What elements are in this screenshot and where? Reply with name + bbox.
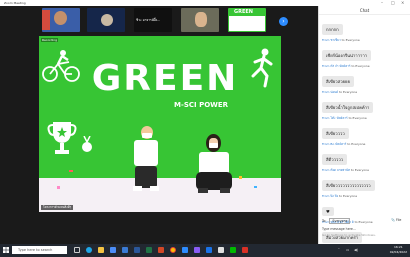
chat-message-text: ♥ — [322, 207, 334, 216]
next-page-arrow[interactable]: › — [279, 17, 288, 26]
chat-recipient: to Everyone — [351, 64, 370, 68]
participant-person — [131, 126, 161, 198]
app-icon[interactable] — [218, 247, 224, 253]
chat-message-text: สีเขียวสวยยย — [322, 76, 354, 87]
chat-recipient: to Everyone — [341, 38, 360, 42]
app-icon[interactable] — [206, 247, 212, 253]
chat-recipient: to Everyone — [339, 194, 358, 198]
medal-icon — [82, 136, 92, 152]
taskbar-search-input[interactable]: Type here to search — [12, 246, 67, 254]
chat-header: Chat — [319, 6, 410, 15]
chat-message: From ปิง ปิง to Everyone ♥ — [322, 194, 408, 217]
edge-icon[interactable] — [86, 247, 92, 253]
file-label: File — [395, 218, 402, 222]
chat-messages: กกกกก From ชาเขียว to Everyone เชียร์น้อ… — [322, 16, 408, 246]
chat-message: กกกกก — [322, 16, 408, 35]
recording-indicator: Recording — [41, 38, 59, 42]
chat-message-text: สีดีววววว — [322, 154, 348, 165]
participant-thumb[interactable] — [87, 8, 125, 32]
to-label: To: — [322, 219, 327, 223]
clock-date: 02/04/2022 — [389, 250, 407, 254]
chat-message: From ปอนด์ to Everyone สีเขียวน้ำใจถูกสเ… — [322, 90, 408, 113]
chat-message: From ชาเขียว to Everyone เชียร์น้องกรีนน… — [322, 38, 408, 61]
zoom-icon[interactable] — [182, 247, 188, 253]
chat-recipient: to Everyone — [348, 116, 367, 120]
excel-icon[interactable] — [146, 247, 152, 253]
chat-sender: From โต๊ะ นัทธ์ตาร์ — [322, 116, 348, 120]
chat-message-text: สีเขียววววววววววววววว — [322, 180, 375, 191]
speaker-name-label: โครงการตัวแทนสิ่งดีๆ — [41, 205, 74, 210]
chat-sender: From กัส จำ นัทธ์ตาร์ — [322, 64, 351, 68]
confetti — [69, 170, 73, 172]
stage-title: GREEN — [91, 58, 239, 99]
chat-input[interactable]: Type message here... — [322, 227, 408, 231]
chat-message-text: สีเขียวน้ำใจถูกสเปคค้าา — [322, 102, 374, 113]
windows-start-icon[interactable] — [3, 247, 9, 253]
meeting-area: ชีวะ อาจารย์ผึ้ง... GREEN › Recording GR… — [0, 6, 318, 244]
taskbar: Type here to search ˄ ▭ ◀) 16:21 02/04/2… — [0, 244, 410, 257]
participant-thumb[interactable]: GREEN — [228, 8, 266, 32]
chat-message: From กัส จำ นัทธ์ตาร์ to Everyone สีเขีย… — [322, 64, 408, 87]
app-icon[interactable] — [242, 247, 248, 253]
volume-icon[interactable]: ◀) — [354, 248, 358, 252]
chat-sender: From ก๊อด บายพานัท — [322, 168, 350, 172]
chrome-icon[interactable] — [170, 247, 176, 253]
chat-recipient: to Everyone — [350, 168, 369, 172]
chat-message: From โต๊ะ นัทธ์ตาร์ to Everyone สีเขียวว… — [322, 116, 408, 139]
stage-subtitle: M-SCI POWER — [174, 101, 229, 109]
trophy-icon — [47, 122, 77, 154]
word-icon[interactable] — [134, 247, 140, 253]
runner-icon — [251, 48, 273, 88]
participant-thumb[interactable]: ชีวะ อาจารย์ผึ้ง... — [134, 8, 172, 32]
confetti — [239, 176, 242, 179]
cyclist-icon — [42, 50, 80, 82]
participant-thumb[interactable] — [181, 8, 219, 32]
participant-strip: ชีวะ อาจารย์ผึ้ง... GREEN › — [40, 8, 292, 32]
mail-icon[interactable] — [122, 247, 128, 253]
line-icon[interactable] — [230, 247, 236, 253]
chat-recipient: to Everyone — [339, 90, 358, 94]
participant-thumb[interactable] — [42, 8, 80, 32]
chat-message-text: สีเขียวววว — [322, 128, 349, 139]
confetti — [57, 186, 60, 189]
task-view-icon[interactable] — [74, 247, 80, 253]
participant-person — [194, 134, 234, 200]
confetti — [254, 186, 257, 188]
chat-panel: Chat กกกกก From ชาเขียว to Everyone เชีย… — [318, 6, 410, 244]
chat-message: From ก๊อด บายพานัท to Everyone สีเขียววว… — [322, 168, 408, 191]
tray-up-arrow-icon[interactable]: ˄ — [338, 248, 340, 252]
chat-recipient-row: To: Everyone — [322, 218, 351, 224]
network-icon[interactable]: ▭ — [346, 248, 349, 252]
chat-sender: From ชาเขียว — [322, 38, 341, 42]
chat-message: From Bo นัทธ์ตาร์ to Everyone สีดีววววว — [322, 142, 408, 165]
powerpoint-icon[interactable] — [158, 247, 164, 253]
taskbar-clock[interactable]: 16:21 02/04/2022 — [390, 245, 407, 255]
chat-recipient: to Everyone — [347, 142, 366, 146]
chat-message-text: กกกกก — [322, 24, 343, 35]
recipient-select[interactable]: Everyone — [329, 218, 351, 224]
activate-windows-text: Go to Settings to activate Windows. — [322, 233, 376, 237]
store-icon[interactable] — [110, 247, 116, 253]
chat-sender: From Bo นัทธ์ตาร์ — [322, 142, 347, 146]
file-button[interactable]: 📎 File — [391, 218, 401, 222]
shared-screen: Recording GREEN M-SCI POWER โครงการตัวแท… — [39, 36, 281, 212]
chat-message-text: เชียร์น้องกรีนน่าาาาาา — [322, 50, 372, 61]
chat-sender: From ปิง ปิง — [322, 194, 339, 198]
chat-recipient: to Everyone — [354, 220, 373, 224]
chat-sender: From ปอนด์ — [322, 90, 339, 94]
file-explorer-icon[interactable] — [98, 247, 104, 253]
app-icon[interactable] — [194, 247, 200, 253]
